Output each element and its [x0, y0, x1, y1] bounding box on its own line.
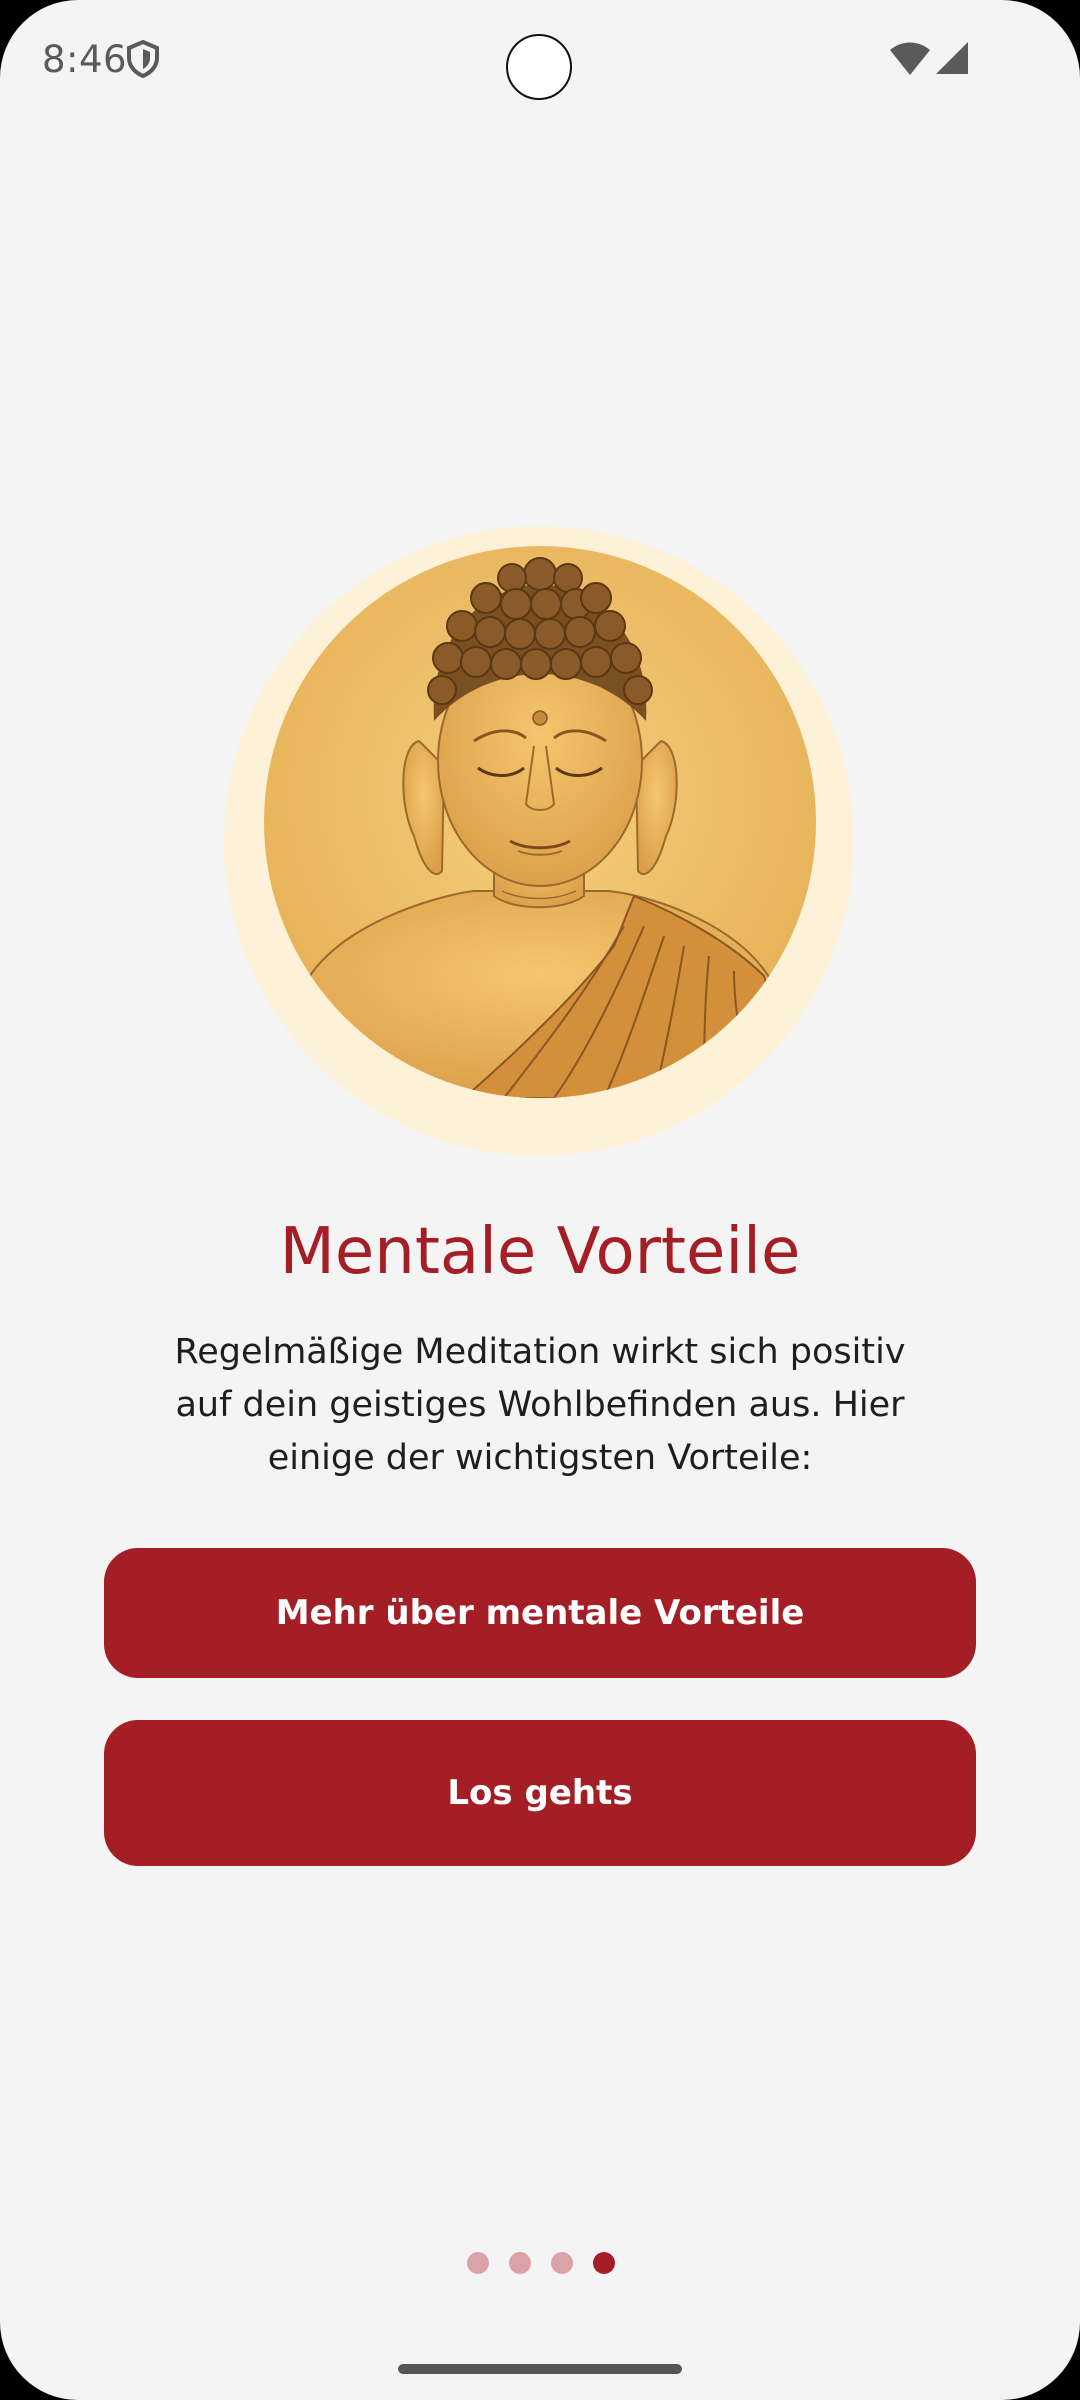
more-benefits-label: Mehr über mentale Vorteile — [275, 1593, 805, 1633]
status-time: 8:46 — [42, 38, 128, 81]
description-text: Regelmäßige Meditation wirkt sich positi… — [174, 1332, 906, 1478]
screen: 8:46 Mentale Vorteile Regelmäßige Medita… — [0, 0, 1080, 2400]
page-dot — [551, 2252, 573, 2274]
start-button[interactable]: Los gehts — [104, 1720, 976, 1866]
shield-icon — [127, 40, 159, 78]
start-label: Los gehts — [447, 1773, 633, 1813]
page-title: Mentale Vorteile — [279, 1215, 801, 1289]
page-dot — [467, 2252, 489, 2274]
page-indicator — [0, 2252, 1080, 2276]
home-indicator[interactable] — [398, 2364, 682, 2374]
page-dot — [509, 2252, 531, 2274]
buddha-illustration — [264, 546, 816, 1098]
buddha-image — [264, 546, 816, 1098]
front-camera — [506, 34, 572, 100]
signal-icon — [936, 42, 968, 74]
page-dot-active — [593, 2252, 615, 2274]
more-benefits-button[interactable]: Mehr über mentale Vorteile — [104, 1548, 976, 1678]
wifi-icon — [890, 42, 930, 75]
